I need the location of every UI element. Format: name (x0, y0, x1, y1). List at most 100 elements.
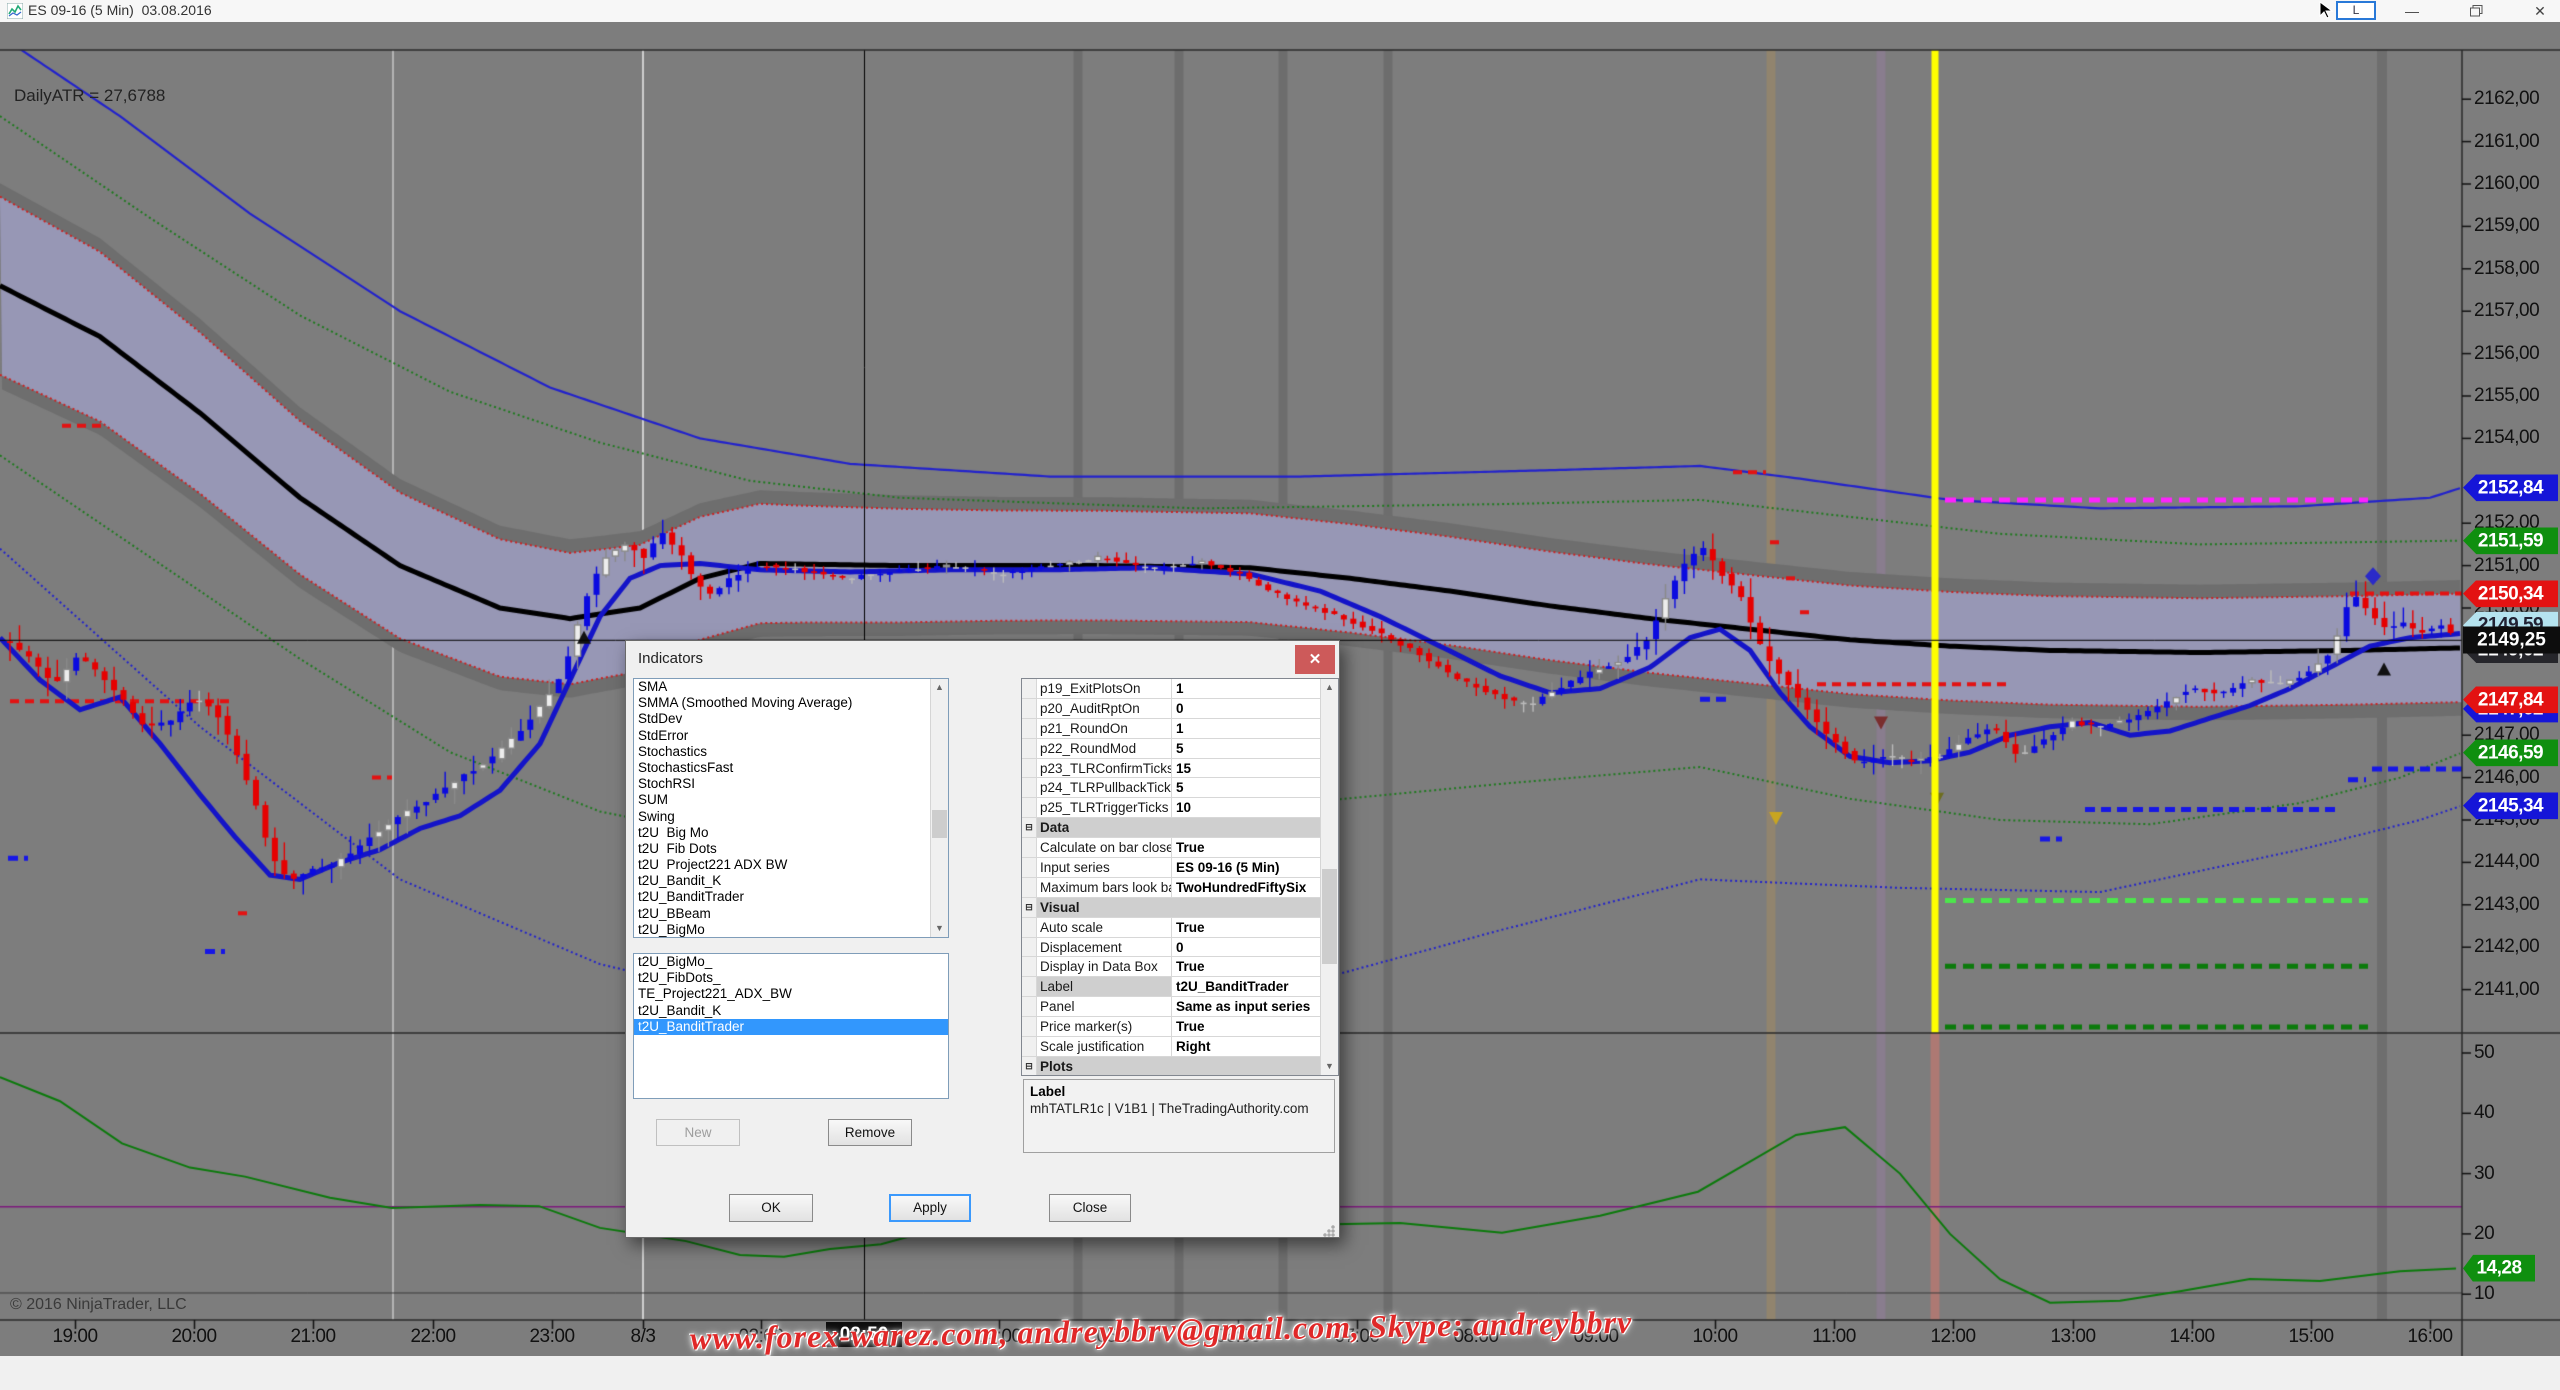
scroll-down-icon[interactable]: ▼ (931, 920, 948, 937)
indicator-list-item[interactable]: StdDev (634, 711, 948, 727)
applied-indicator-item[interactable]: t2U_FibDots_ (634, 970, 948, 986)
indicator-properties-grid[interactable]: p19_ExitPlotsOn1p20_AuditRptOn0p21_Round… (1021, 678, 1339, 1076)
gutter (1022, 699, 1037, 718)
property-rows: p19_ExitPlotsOn1p20_AuditRptOn0p21_Round… (1022, 679, 1338, 1076)
property-value[interactable]: True (1172, 957, 1338, 976)
price-tick-label: 2151,00 (2474, 555, 2539, 577)
available-list-scrollbar[interactable]: ▲ ▼ (930, 679, 948, 937)
scroll-up-icon[interactable]: ▲ (1321, 679, 1338, 696)
property-section-row[interactable]: ⊟Data (1022, 818, 1338, 838)
property-value[interactable]: 0 (1172, 699, 1338, 718)
property-row[interactable]: p21_RoundOn1 (1022, 719, 1338, 739)
applied-indicator-item[interactable]: TE_Project221_ADX_BW (634, 986, 948, 1002)
indicator-list-item[interactable]: t2U Project221 ADX BW (634, 857, 948, 873)
horizontal-scrollbar[interactable]: ‹ › (0, 1356, 2560, 1390)
property-section-row[interactable]: ⊟Plots (1022, 1057, 1338, 1076)
property-row[interactable]: p22_RoundMod5 (1022, 739, 1338, 759)
indicator-list-item[interactable]: StochRSI (634, 776, 948, 792)
applied-indicator-item[interactable]: t2U_BanditTrader (634, 1019, 948, 1035)
indicator-list-item[interactable]: Stochastics (634, 744, 948, 760)
gutter (1022, 977, 1037, 996)
remove-button[interactable]: Remove (828, 1119, 912, 1146)
indicator-list-item[interactable]: t2U Big Mo (634, 825, 948, 841)
property-row[interactable]: Labelt2U_BanditTrader (1022, 977, 1338, 997)
property-value[interactable]: 0 (1172, 938, 1338, 957)
property-row[interactable]: p25_TLRTriggerTicks10 (1022, 798, 1338, 818)
property-row[interactable]: p23_TLRConfirmTicks15 (1022, 759, 1338, 779)
gutter (1022, 778, 1037, 797)
property-value[interactable]: ES 09-16 (5 Min) (1172, 858, 1338, 877)
property-value[interactable]: t2U_BanditTrader (1172, 977, 1338, 996)
property-row[interactable]: PanelSame as input series (1022, 997, 1338, 1017)
property-row[interactable]: Price marker(s)True (1022, 1017, 1338, 1037)
time-tick-label: 8/3 (631, 1326, 656, 1348)
property-row[interactable]: Auto scaleTrue (1022, 918, 1338, 938)
oscillator-tick-label: 20 (2474, 1223, 2494, 1245)
property-row[interactable]: Maximum bars look backTwoHundredFiftySix (1022, 878, 1338, 898)
price-tick-label: 2141,00 (2474, 979, 2539, 1001)
new-button[interactable]: New (656, 1119, 740, 1146)
property-section-row[interactable]: ⊟Visual (1022, 898, 1338, 918)
property-row[interactable]: Scale justificationRight (1022, 1037, 1338, 1057)
property-value[interactable]: 5 (1172, 778, 1338, 797)
dialog-close-button[interactable]: ✕ (1295, 645, 1335, 674)
property-value[interactable]: Same as input series (1172, 997, 1338, 1016)
collapse-icon[interactable]: ⊟ (1022, 818, 1037, 837)
applied-indicator-item[interactable]: t2U_BigMo_ (634, 954, 948, 970)
available-indicators-list[interactable]: SMASMMA (Smoothed Moving Average)StdDevS… (633, 678, 949, 938)
property-value[interactable]: 15 (1172, 759, 1338, 778)
scroll-up-icon[interactable]: ▲ (931, 679, 948, 696)
collapse-icon[interactable]: ⊟ (1022, 1057, 1037, 1076)
property-value[interactable]: True (1172, 838, 1338, 857)
property-value[interactable]: 10 (1172, 798, 1338, 817)
property-value[interactable]: 1 (1172, 719, 1338, 738)
indicator-list-item[interactable]: SMA (634, 679, 948, 695)
property-row[interactable]: p19_ExitPlotsOn1 (1022, 679, 1338, 699)
applied-indicators-list[interactable]: t2U_BigMo_t2U_FibDots_TE_Project221_ADX_… (633, 953, 949, 1099)
collapse-icon[interactable]: ⊟ (1022, 898, 1037, 917)
property-value[interactable]: TwoHundredFiftySix (1172, 878, 1338, 897)
property-value[interactable]: True (1172, 918, 1338, 937)
indicator-list-item[interactable]: StochasticsFast (634, 760, 948, 776)
property-name: Scale justification (1037, 1037, 1172, 1056)
property-row[interactable]: Input seriesES 09-16 (5 Min) (1022, 858, 1338, 878)
indicator-list-item[interactable]: SMMA (Smoothed Moving Average) (634, 695, 948, 711)
property-value[interactable]: 1 (1172, 679, 1338, 698)
property-row[interactable]: p24_TLRPullbackTicks5 (1022, 778, 1338, 798)
property-value[interactable]: 5 (1172, 739, 1338, 758)
copyright-label: © 2016 NinjaTrader, LLC (10, 1296, 187, 1314)
property-value[interactable]: True (1172, 1017, 1338, 1036)
title-bar[interactable]: ES 09-16 (5 Min) 03.08.2016 L — ✕ (0, 0, 2560, 22)
property-value[interactable]: Right (1172, 1037, 1338, 1056)
property-row[interactable]: Display in Data BoxTrue (1022, 957, 1338, 977)
link-button[interactable]: L (2336, 1, 2376, 20)
scrollbar-thumb[interactable] (932, 810, 947, 838)
apply-button[interactable]: Apply (889, 1194, 971, 1222)
dialog-resize-grip[interactable] (1323, 1225, 1335, 1237)
indicator-list-item[interactable]: Swing (634, 809, 948, 825)
indicator-list-item[interactable]: t2U_BanditTrader (634, 889, 948, 905)
scroll-down-icon[interactable]: ▼ (1321, 1058, 1338, 1075)
time-tick-label: 14:00 (2169, 1326, 2214, 1348)
close-window-button[interactable]: ✕ (2518, 0, 2560, 22)
property-name: Calculate on bar close (1037, 838, 1172, 857)
property-row[interactable]: Calculate on bar closeTrue (1022, 838, 1338, 858)
indicator-list-item[interactable]: t2U_Bandit_K (634, 873, 948, 889)
property-row[interactable]: Displacement0 (1022, 938, 1338, 958)
gutter (1022, 1037, 1037, 1056)
properties-scrollbar[interactable]: ▲ ▼ (1320, 679, 1338, 1075)
indicator-list-item[interactable]: StdError (634, 728, 948, 744)
ok-button[interactable]: OK (729, 1194, 813, 1222)
scrollbar-thumb[interactable] (1322, 869, 1337, 964)
indicator-list-item[interactable]: t2U Fib Dots (634, 841, 948, 857)
applied-indicator-item[interactable]: t2U_Bandit_K (634, 1003, 948, 1019)
close-button[interactable]: Close (1049, 1194, 1131, 1222)
maximize-button[interactable] (2454, 0, 2498, 22)
indicator-list-item[interactable]: t2U_BBeam (634, 906, 948, 922)
indicator-list-item[interactable]: SUM (634, 792, 948, 808)
time-tick-label: 16:00 (2407, 1326, 2452, 1348)
property-row[interactable]: p20_AuditRptOn0 (1022, 699, 1338, 719)
price-tick-label: 2144,00 (2474, 851, 2539, 873)
indicator-list-item[interactable]: t2U_BigMo (634, 922, 948, 938)
minimize-button[interactable]: — (2390, 0, 2434, 22)
